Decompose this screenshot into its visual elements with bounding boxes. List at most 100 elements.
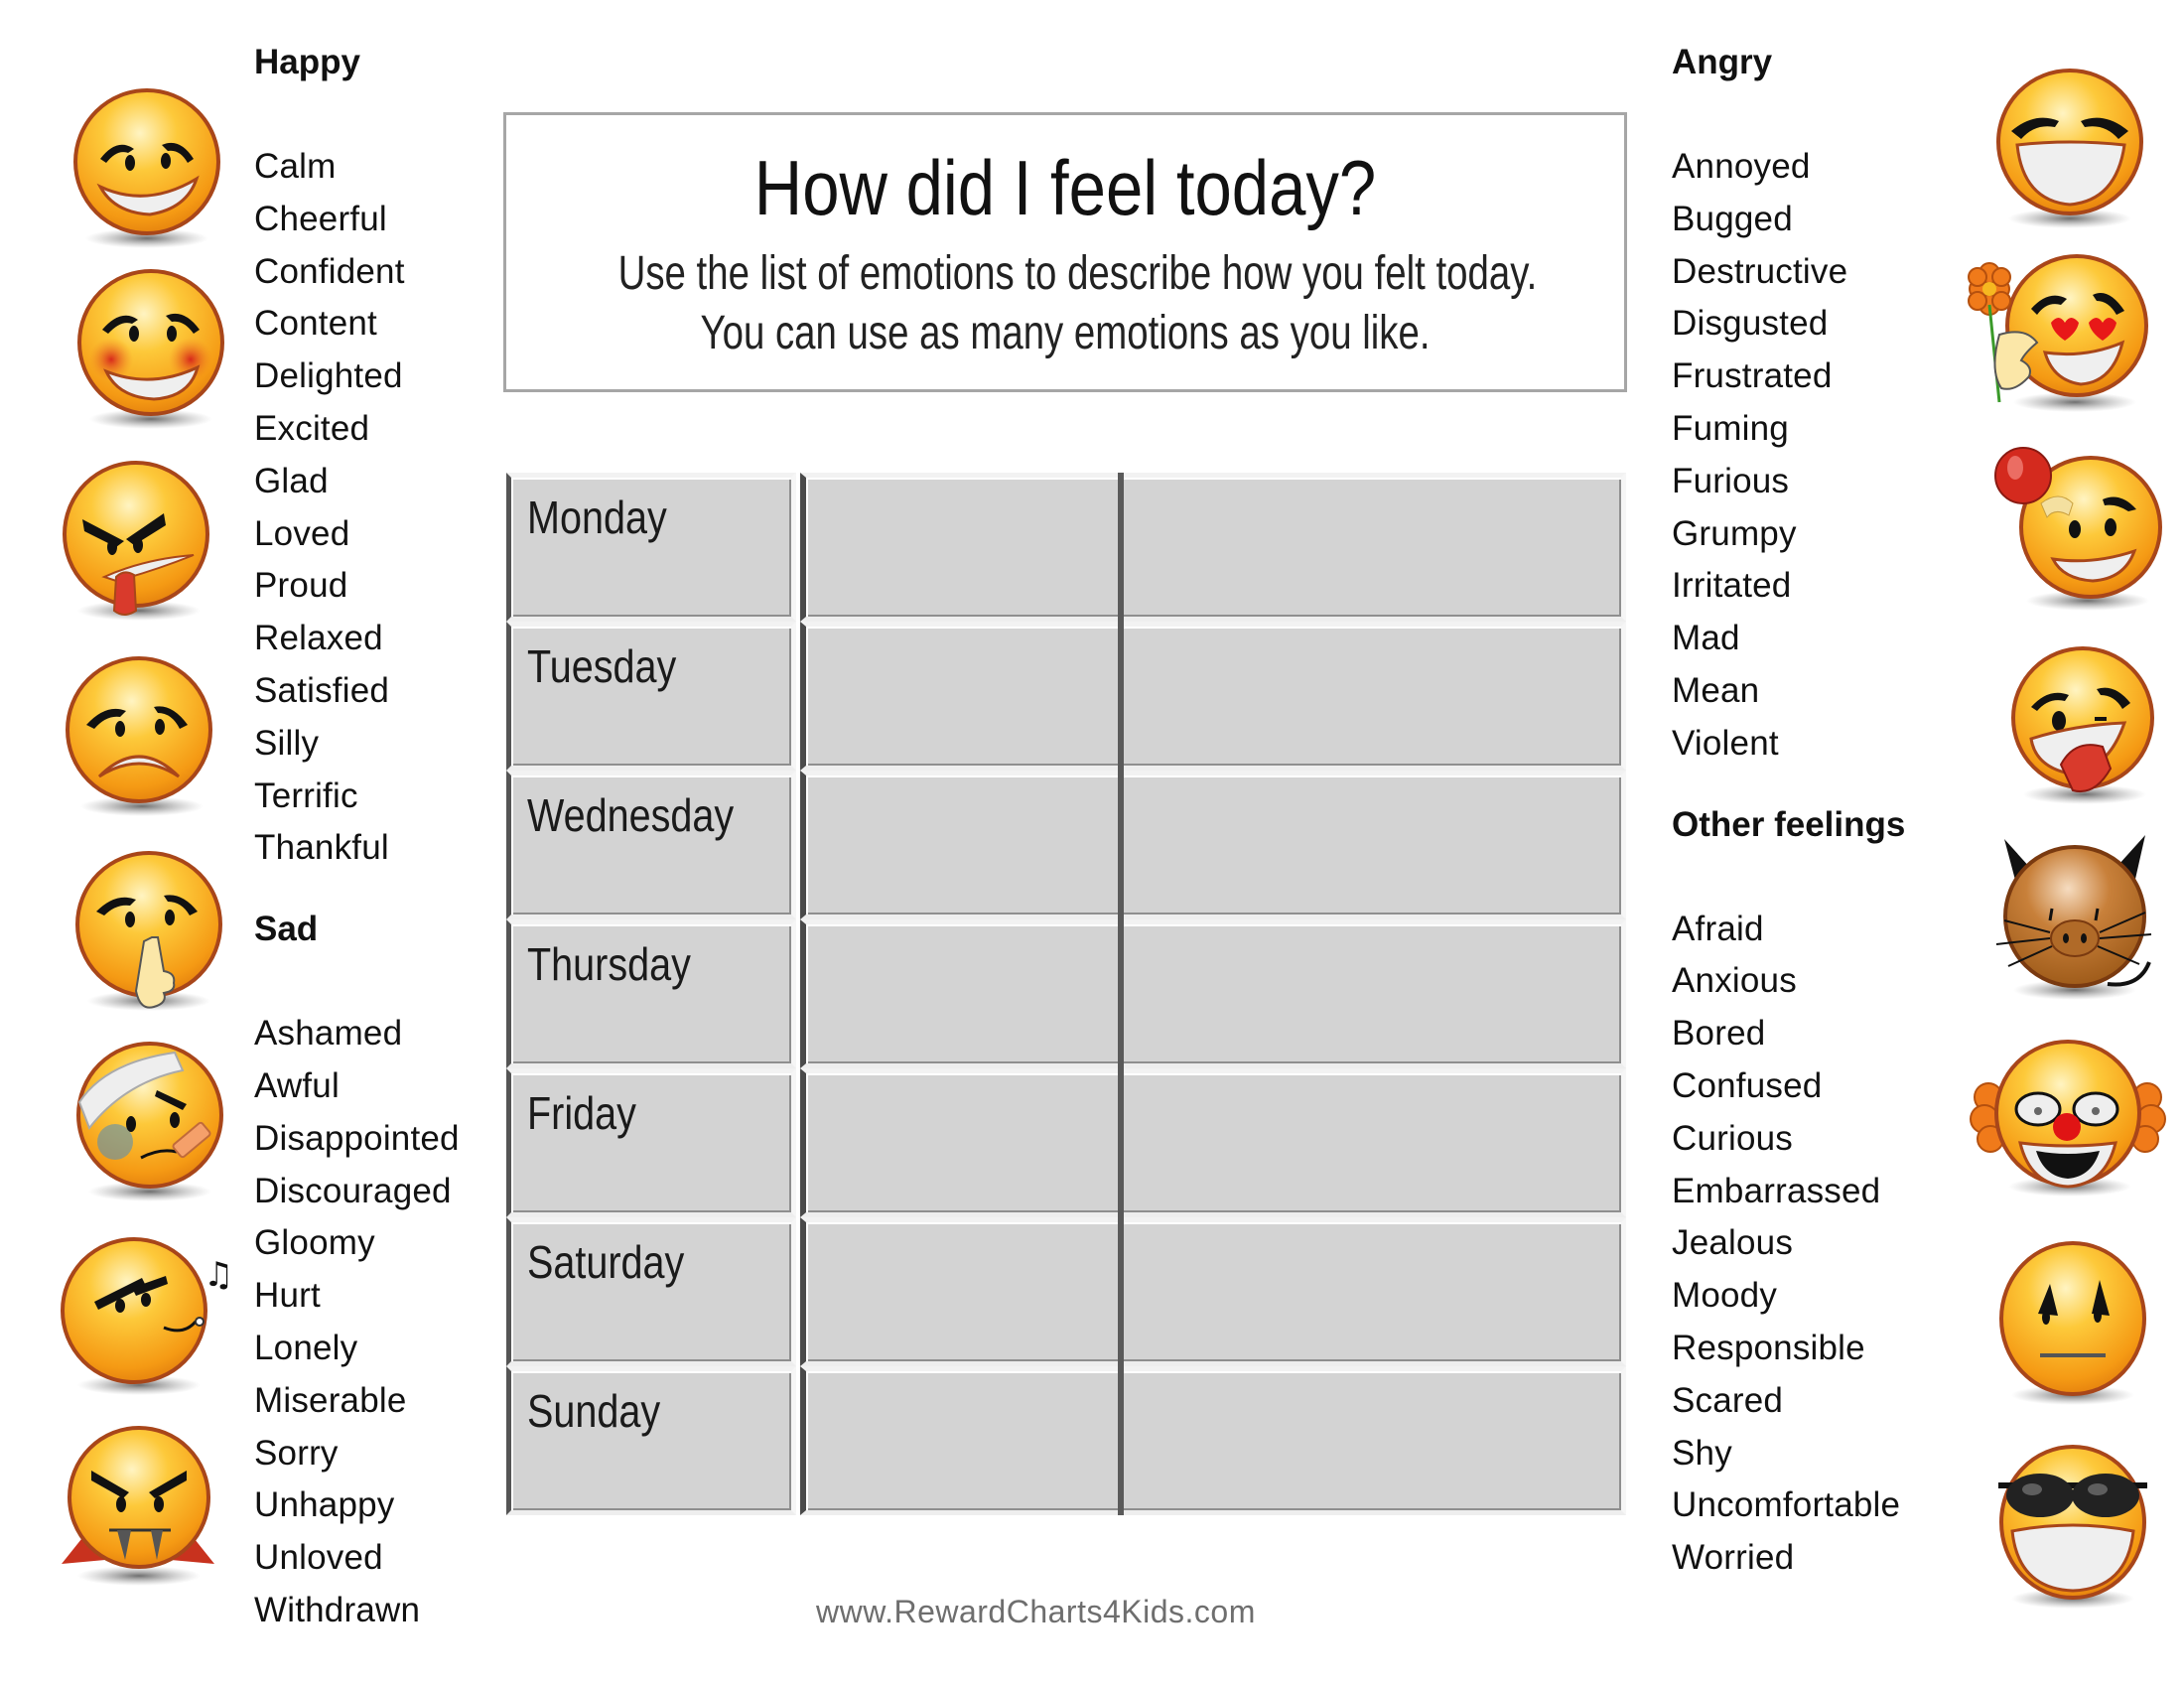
instructions-line-2: You can use as many emotions as you like… xyxy=(700,307,1431,359)
sad-word-list: Ashamed Awful Disappointed Discouraged G… xyxy=(254,1008,502,1637)
emotion-word: Confused xyxy=(1672,1065,1823,1105)
emotion-word: Content xyxy=(254,304,377,344)
sunglasses-grin-emoji-icon xyxy=(1988,1440,2157,1618)
table-row: Thursday xyxy=(506,919,1626,1068)
in-love-flower-emoji-icon xyxy=(1968,243,2154,422)
nervous-grin-emoji-icon xyxy=(63,79,231,258)
angry-heading: Angry xyxy=(1672,43,1773,81)
happy-word-list: Calm Cheerful Confident Content Delighte… xyxy=(254,141,502,875)
emotion-word: Gloomy xyxy=(254,1223,375,1263)
vampire-emoji-icon xyxy=(52,1415,220,1594)
day-cell: Saturday xyxy=(506,1217,796,1366)
emotion-word: Mean xyxy=(1672,670,1760,710)
emotion-word: Proud xyxy=(254,566,348,606)
emotion-word: Hurt xyxy=(254,1276,321,1316)
emotion-word: Annoyed xyxy=(1672,147,1811,186)
emotion-word: Glad xyxy=(254,461,329,500)
emotion-word: Fuming xyxy=(1672,408,1789,448)
emotion-word: Excited xyxy=(254,408,370,448)
worried-neutral-emoji-icon xyxy=(1988,1236,2157,1415)
silly-tongue-emoji-icon xyxy=(1995,635,2164,814)
emotion-word: Disgusted xyxy=(1672,304,1829,344)
emotion-word: Responsible xyxy=(1672,1328,1865,1367)
other-feelings-heading: Other feelings xyxy=(1672,804,1906,844)
emotion-word: Terrific xyxy=(254,775,358,815)
day-cell: Friday xyxy=(506,1068,796,1217)
table-row: Friday xyxy=(506,1068,1626,1217)
emotion-word: Irritated xyxy=(1672,566,1792,606)
emotion-word: Disappointed xyxy=(254,1118,460,1158)
feelings-entry-cell[interactable] xyxy=(800,919,1626,1068)
emotion-word: Moody xyxy=(1672,1276,1778,1316)
shush-emoji-icon xyxy=(65,842,233,1021)
emotion-word: Discouraged xyxy=(254,1171,452,1210)
feelings-entry-cell[interactable] xyxy=(800,622,1626,771)
blushing-grin-emoji-icon xyxy=(67,260,235,439)
emotion-word: Anxious xyxy=(1672,961,1797,1001)
left-word-column: Happy Calm Cheerful Confident Content De… xyxy=(254,36,502,1637)
day-cell: Sunday xyxy=(506,1366,796,1515)
day-label: Tuesday xyxy=(527,640,677,692)
emotion-word: Worried xyxy=(1672,1538,1795,1578)
day-cell: Monday xyxy=(506,473,796,622)
table-row: Saturday xyxy=(506,1217,1626,1366)
emotion-word: Lonely xyxy=(254,1328,358,1367)
feelings-entry-cell[interactable] xyxy=(800,771,1626,919)
angry-word-list: Annoyed Bugged Destructive Disgusted Fru… xyxy=(1672,141,1970,771)
emotion-word: Satisfied xyxy=(254,670,390,710)
bonked-head-emoji-icon xyxy=(1993,442,2162,621)
website-footer: www.RewardCharts4Kids.com xyxy=(816,1594,1256,1629)
day-cell: Thursday xyxy=(506,919,796,1068)
emotion-word: Cheerful xyxy=(254,199,387,238)
cat-emoji-icon xyxy=(1990,829,2159,1008)
emotion-word: Violent xyxy=(1672,723,1779,763)
emotion-word: Frustrated xyxy=(1672,356,1833,396)
day-label: Saturday xyxy=(527,1236,685,1288)
emotion-word: Destructive xyxy=(1672,251,1848,291)
instructions-line-1: Use the list of emotions to describe how… xyxy=(617,247,1538,300)
day-cell: Wednesday xyxy=(506,771,796,919)
emotion-word: Relaxed xyxy=(254,619,383,658)
title-box: How did I feel today? Use the list of em… xyxy=(503,112,1627,392)
emotion-word: Loved xyxy=(254,513,350,553)
feelings-entry-cell[interactable] xyxy=(800,1366,1626,1515)
emotion-word: Confident xyxy=(254,251,405,291)
day-label: Monday xyxy=(527,492,667,543)
emotion-word: Miserable xyxy=(254,1380,407,1420)
day-label: Wednesday xyxy=(527,789,735,841)
other-word-list: Afraid Anxious Bored Confused Curious Em… xyxy=(1672,904,1970,1585)
emotion-word: Silly xyxy=(254,723,320,763)
table-row: Sunday xyxy=(506,1366,1626,1515)
emotion-word: Embarrassed xyxy=(1672,1171,1881,1210)
emotion-word: Curious xyxy=(1672,1118,1794,1158)
feelings-entry-cell[interactable] xyxy=(800,1217,1626,1366)
emotion-word: Delighted xyxy=(254,356,403,396)
table-row: Tuesday xyxy=(506,622,1626,771)
right-word-column: Angry Annoyed Bugged Destructive Disgust… xyxy=(1672,36,1970,1585)
weekly-feelings-table: Monday Tuesday Wednesday Thursday Friday… xyxy=(506,473,1626,1515)
big-grin-emoji-icon xyxy=(1985,60,2154,238)
emotion-word: Afraid xyxy=(1672,909,1764,948)
emotion-word: Ashamed xyxy=(254,1014,403,1054)
emotion-word: Unhappy xyxy=(254,1485,395,1525)
emotion-word: Sorry xyxy=(254,1433,339,1473)
sad-heading: Sad xyxy=(254,910,319,949)
feelings-entry-cell[interactable] xyxy=(800,473,1626,622)
sad-frown-emoji-icon xyxy=(55,647,223,826)
clown-emoji-icon xyxy=(1970,1028,2166,1206)
page-title: How did I feel today? xyxy=(753,144,1377,231)
emotion-word: Scared xyxy=(1672,1380,1784,1420)
tongue-out-angry-emoji-icon xyxy=(55,452,223,631)
happy-heading: Happy xyxy=(254,43,360,81)
day-label: Friday xyxy=(527,1087,636,1139)
table-row: Wednesday xyxy=(506,771,1626,919)
svg-text:♫: ♫ xyxy=(204,1255,233,1295)
emotion-word: Thankful xyxy=(254,828,389,868)
day-label: Thursday xyxy=(527,938,691,990)
whistling-emoji-icon: ♫ xyxy=(55,1226,233,1405)
emotion-word: Grumpy xyxy=(1672,513,1797,553)
emotion-word: Calm xyxy=(254,147,337,186)
table-row: Monday xyxy=(506,473,1626,622)
feelings-entry-cell[interactable] xyxy=(800,1068,1626,1217)
emotion-word: Bored xyxy=(1672,1014,1766,1054)
